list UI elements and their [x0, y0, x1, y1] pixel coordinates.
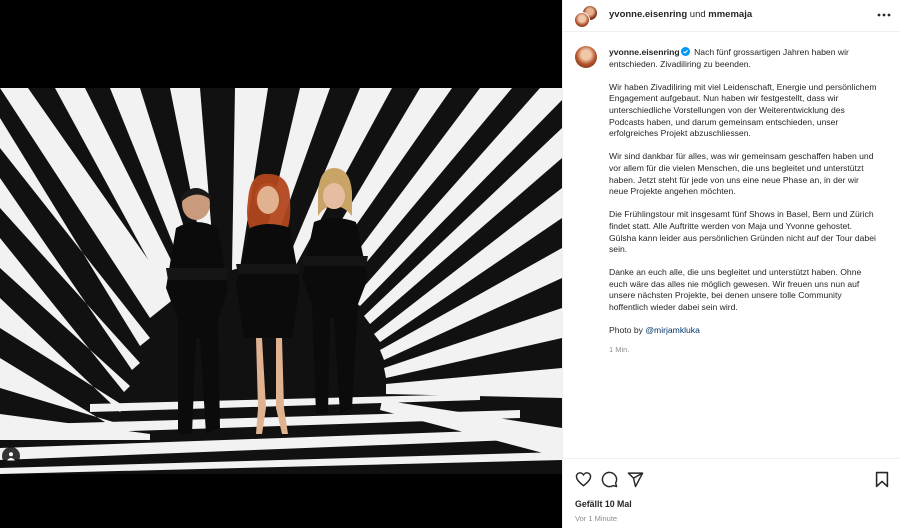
caption-timestamp: 1 Min. [609, 345, 630, 355]
post-media [0, 0, 562, 528]
caption-paragraph: Die Frühlingstour mit insgesamt fünf Sho… [609, 209, 876, 255]
post-caption: yvonne.eisenring Nach fünf grossartigen … [609, 47, 877, 356]
caption-username[interactable]: yvonne.eisenring [609, 47, 680, 57]
coauthor-link[interactable]: mmemaja [708, 9, 752, 20]
likes-count[interactable]: Gefällt 10 Mal [575, 499, 632, 509]
post-header: yvonne.eisenring und mmemaja [563, 0, 900, 32]
post-footer: Gefällt 10 Mal Vor 1 Minute [563, 458, 900, 528]
collab-avatars[interactable] [574, 5, 598, 29]
more-options-icon[interactable] [876, 7, 892, 23]
caption-paragraph: Wir sind dankbar für alles, was wir geme… [609, 151, 874, 197]
verified-badge-icon [680, 47, 690, 56]
heart-icon[interactable] [573, 469, 593, 489]
user-tag-icon[interactable] [2, 447, 20, 465]
post-timestamp: Vor 1 Minute [575, 514, 618, 523]
caption-paragraph: Danke an euch alle, die uns begleitet un… [609, 267, 862, 313]
photo-credit-label: Photo by [609, 325, 646, 336]
comment-icon[interactable] [599, 469, 619, 489]
caption-paragraph: Wir haben Zivadiliring mit viel Leidensc… [609, 81, 877, 139]
post-photo[interactable] [0, 88, 562, 474]
caption-area: yvonne.eisenring Nach fünf grossartigen … [563, 33, 900, 458]
bookmark-icon[interactable] [872, 469, 892, 489]
photo-credit-mention[interactable]: @mirjamkluka [645, 325, 700, 335]
send-icon[interactable] [625, 469, 645, 489]
post-authors: yvonne.eisenring und mmemaja [609, 9, 752, 20]
post-side-panel: yvonne.eisenring und mmemaja yvonne.eise… [562, 0, 900, 528]
authors-conjunction: und [687, 9, 709, 20]
action-bar [573, 469, 645, 489]
avatar [574, 12, 590, 28]
avatar[interactable] [575, 46, 597, 68]
author-link[interactable]: yvonne.eisenring [609, 9, 687, 20]
